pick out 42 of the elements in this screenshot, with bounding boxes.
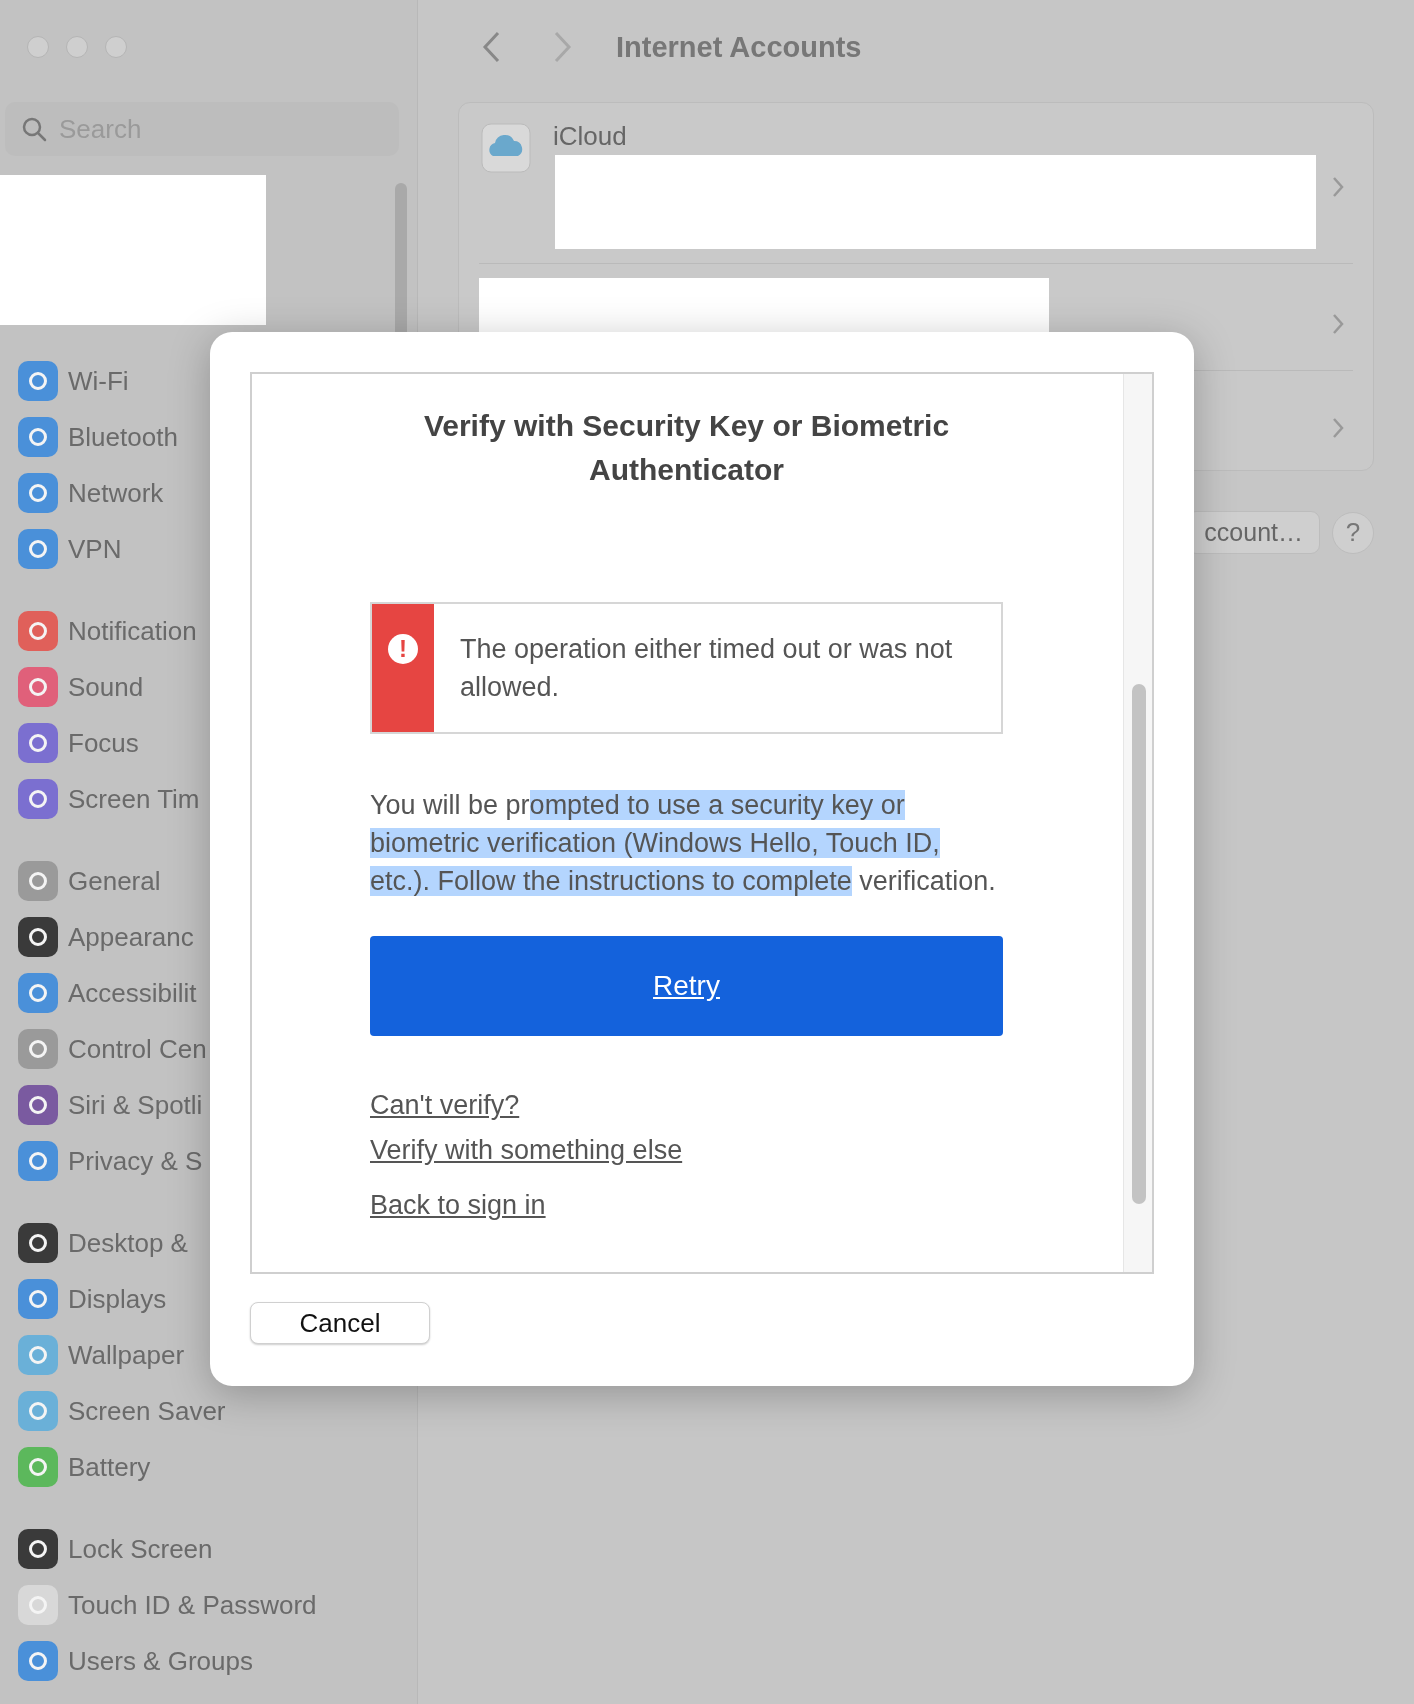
- sidebar-item[interactable]: VPN: [68, 533, 122, 565]
- sidebar-item[interactable]: Notification: [68, 615, 197, 647]
- link[interactable]: Back to sign in: [370, 1188, 546, 1223]
- window-control-icon[interactable]: [105, 36, 127, 58]
- sidebar-item[interactable]: Privacy & S: [68, 1145, 203, 1177]
- sidebar-item[interactable]: Network: [68, 477, 164, 509]
- sidebar-item[interactable]: Touch ID & Password: [68, 1589, 317, 1621]
- sidebar-item[interactable]: General: [68, 865, 161, 897]
- sidebar-item[interactable]: Bluetooth: [68, 421, 178, 453]
- sidebar-item[interactable]: Desktop &: [68, 1227, 188, 1259]
- help-button[interactable]: ?: [1332, 511, 1374, 554]
- instruction-text: You will be prompted to use a security key or biometric verification (Windows Hello, Touch ID, etc.). Follow the instructions to complete verification.: [370, 789, 997, 898]
- link[interactable]: Can't verify?: [370, 1088, 520, 1123]
- sidebar-item[interactable]: Control Cen: [68, 1033, 207, 1065]
- sidebar-item[interactable]: Displays: [68, 1283, 167, 1315]
- sidebar-item[interactable]: Sound: [68, 671, 144, 703]
- sidebar-item[interactable]: Users & Groups: [68, 1645, 253, 1677]
- scrollbar[interactable]: [1123, 374, 1152, 1272]
- sidebar-item[interactable]: Accessibilit: [68, 977, 197, 1009]
- sidebar-item[interactable]: Lock Screen: [68, 1533, 213, 1565]
- sidebar-item[interactable]: Screen Saver: [68, 1395, 226, 1427]
- chevron-icon[interactable]: [1331, 416, 1345, 440]
- link[interactable]: Verify with something else: [370, 1133, 683, 1168]
- dialog-title: Verify with Security Key or Biometric Authenticator: [422, 408, 951, 488]
- window-control-icon[interactable]: [27, 36, 49, 58]
- cancel-button[interactable]: Cancel: [250, 1302, 430, 1344]
- account-name[interactable]: iCloud: [553, 121, 627, 152]
- sidebar-item[interactable]: Siri & Spotli: [68, 1089, 203, 1121]
- sidebar-item[interactable]: Appearanc: [68, 921, 194, 953]
- window-control-icon[interactable]: [66, 36, 88, 58]
- window-title: Internet Accounts: [616, 30, 862, 64]
- cloud-icon: [481, 123, 531, 173]
- chevron-icon[interactable]: [1331, 175, 1345, 199]
- sidebar-item[interactable]: Wallpaper: [68, 1339, 185, 1371]
- retry-button[interactable]: Retry: [370, 936, 1003, 1036]
- error-message: The operation either timed out or was not allowed.: [458, 633, 954, 704]
- sidebar-item[interactable]: Focus: [68, 727, 139, 759]
- sidebar-item[interactable]: Wi-Fi: [68, 365, 129, 397]
- sidebar-item[interactable]: Screen Tim: [68, 783, 200, 815]
- alert-icon: !: [387, 634, 418, 664]
- sidebar-item[interactable]: Battery: [68, 1451, 151, 1483]
- scroll-thumb[interactable]: [1132, 684, 1146, 1204]
